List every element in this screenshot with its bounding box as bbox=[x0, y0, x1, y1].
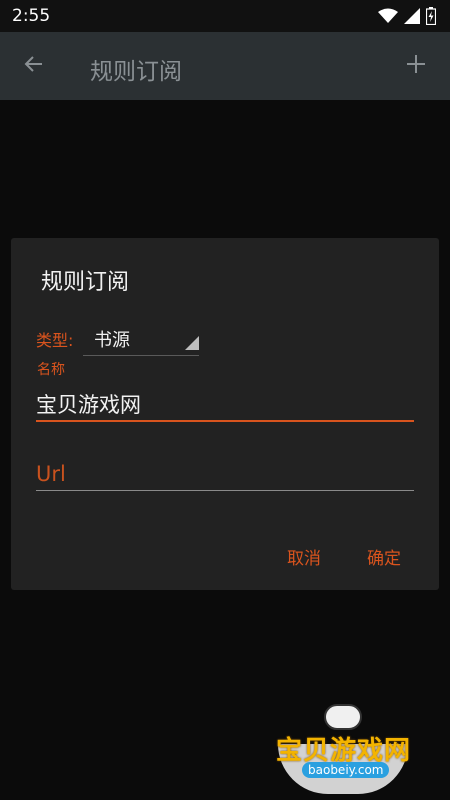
arrow-left-icon bbox=[22, 52, 46, 80]
cancel-button[interactable]: 取消 bbox=[279, 538, 329, 574]
plus-icon bbox=[404, 52, 428, 80]
watermark-url: baobeiy.com bbox=[302, 762, 390, 778]
back-button[interactable] bbox=[14, 50, 54, 82]
signal-icon bbox=[404, 8, 420, 28]
name-label: 名称 bbox=[37, 362, 65, 378]
url-input[interactable] bbox=[36, 454, 414, 494]
status-bar: 2:55 bbox=[0, 0, 450, 32]
name-input[interactable] bbox=[36, 384, 414, 424]
type-spinner[interactable]: 书源 bbox=[83, 322, 199, 356]
type-label: 类型: bbox=[36, 331, 74, 350]
wifi-icon bbox=[378, 8, 398, 28]
status-time: 2:55 bbox=[12, 6, 51, 26]
add-button[interactable] bbox=[396, 50, 436, 82]
status-icons bbox=[378, 7, 437, 29]
toolbar-title: 规则订阅 bbox=[90, 59, 182, 85]
watermark-logo: 宝贝游戏网 baobeiy.com bbox=[268, 704, 418, 796]
type-underline bbox=[83, 355, 199, 356]
battery-charging-icon bbox=[425, 7, 437, 29]
dialog-title: 规则订阅 bbox=[41, 270, 130, 295]
type-value: 书源 bbox=[94, 330, 130, 351]
gamepad-icon bbox=[324, 704, 362, 730]
dropdown-triangle-icon bbox=[185, 335, 199, 354]
screen: 2:55 规则订阅 规则订阅 类型: 书源 名称 宝贝游戏网 Url 取消 确定… bbox=[0, 0, 450, 800]
url-underline bbox=[36, 490, 414, 491]
app-toolbar: 规则订阅 bbox=[0, 32, 450, 100]
rule-subscription-dialog: 规则订阅 类型: 书源 名称 取消 确定 bbox=[11, 238, 439, 590]
name-underline bbox=[36, 420, 414, 422]
confirm-button[interactable]: 确定 bbox=[359, 538, 409, 574]
